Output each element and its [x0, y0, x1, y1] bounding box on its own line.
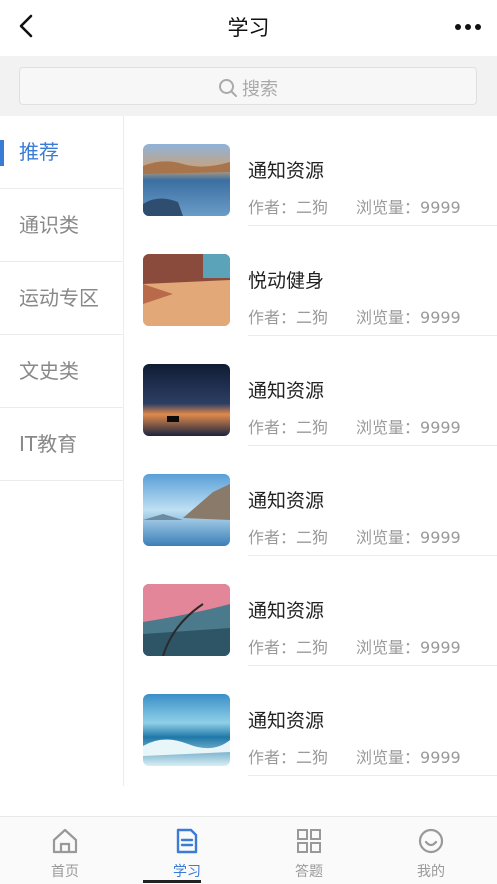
sidebar-item-general[interactable]: 通识类 [0, 189, 123, 262]
list-item[interactable]: 悦动健身 作者：二狗 浏览量：9999 [124, 226, 497, 336]
top-bar: 学习 [0, 0, 497, 56]
thumbnail-image [143, 584, 230, 656]
search-bar-container: 搜索 [0, 56, 497, 116]
list-item[interactable]: 通知资源 作者：二狗 浏览量：9999 [124, 666, 497, 776]
page-title: 学习 [227, 16, 270, 40]
category-sidebar: 推荐 通识类 运动专区 文史类 IT教育 [0, 116, 124, 786]
tab-quiz[interactable]: 答题 [247, 817, 371, 884]
item-views: 浏览量：9999 [356, 638, 461, 657]
sidebar-item-sports[interactable]: 运动专区 [0, 262, 123, 335]
search-input[interactable]: 搜索 [19, 67, 477, 105]
sidebar-item-humanities[interactable]: 文史类 [0, 335, 123, 408]
thumbnail-image [143, 694, 230, 766]
tab-study[interactable]: 学习 [125, 817, 249, 884]
item-title: 通知资源 [248, 380, 325, 402]
sidebar-item-recommend[interactable]: 推荐 [0, 116, 123, 189]
tab-profile[interactable]: 我的 [369, 817, 493, 884]
thumbnail-image [143, 144, 230, 216]
item-title: 通知资源 [248, 490, 325, 512]
tab-label: 答题 [295, 864, 323, 880]
item-title: 通知资源 [248, 160, 325, 182]
thumbnail-image [143, 254, 230, 326]
item-author: 作者：二狗 [248, 198, 329, 217]
search-placeholder: 搜索 [242, 79, 278, 100]
grid-icon [297, 829, 321, 853]
sidebar-item-it[interactable]: IT教育 [0, 408, 123, 481]
item-author: 作者：二狗 [248, 638, 329, 657]
item-title: 通知资源 [248, 600, 325, 622]
item-title: 通知资源 [248, 710, 325, 732]
tab-home[interactable]: 首页 [3, 817, 127, 884]
item-author: 作者：二狗 [248, 748, 329, 767]
tab-label: 我的 [417, 864, 445, 880]
item-views: 浏览量：9999 [356, 748, 461, 767]
item-views: 浏览量：9999 [356, 198, 461, 217]
tab-label: 学习 [173, 864, 201, 880]
resource-list: 通知资源 作者：二狗 浏览量：9999 悦动健身 作者：二狗 浏览量：9999 通知 [124, 116, 497, 816]
item-views: 浏览量：9999 [356, 528, 461, 547]
smile-icon [418, 828, 444, 854]
home-icon [52, 828, 78, 854]
item-author: 作者：二狗 [248, 528, 329, 547]
list-item[interactable]: 通知资源 作者：二狗 浏览量：9999 [124, 116, 497, 226]
search-icon [219, 79, 237, 97]
item-views: 浏览量：9999 [356, 308, 461, 327]
thumbnail-image [143, 364, 230, 436]
more-dots-icon[interactable] [453, 14, 483, 40]
divider [248, 775, 497, 776]
list-item[interactable]: 通知资源 作者：二狗 浏览量：9999 [124, 446, 497, 556]
thumbnail-image [143, 474, 230, 546]
item-author: 作者：二狗 [248, 418, 329, 437]
item-author: 作者：二狗 [248, 308, 329, 327]
item-views: 浏览量：9999 [356, 418, 461, 437]
document-icon [176, 828, 198, 854]
item-title: 悦动健身 [248, 270, 325, 292]
list-item[interactable]: 通知资源 作者：二狗 浏览量：9999 [124, 336, 497, 446]
tab-label: 首页 [51, 864, 79, 880]
bottom-tab-bar: 首页 学习 答题 我的 [0, 816, 497, 884]
list-item[interactable]: 通知资源 作者：二狗 浏览量：9999 [124, 556, 497, 666]
